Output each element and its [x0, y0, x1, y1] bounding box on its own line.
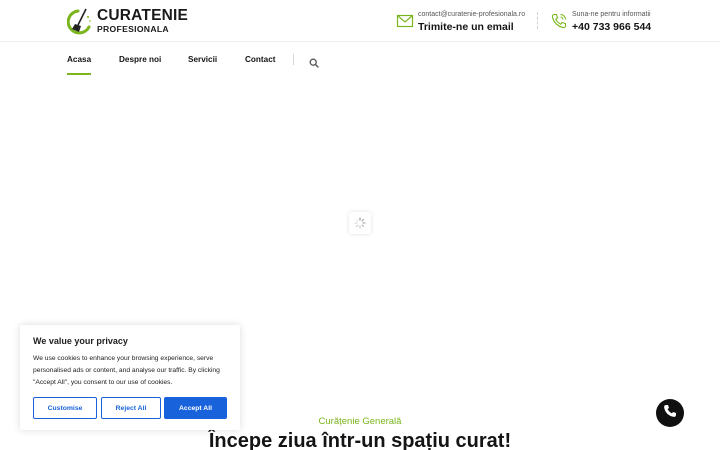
main-nav: Acasa Despre noi Servicii Contact	[0, 42, 720, 78]
loading-spinner-icon	[349, 212, 371, 234]
reject-all-button[interactable]: Reject All	[101, 397, 161, 419]
floating-call-button[interactable]	[656, 399, 684, 427]
accept-all-button[interactable]: Accept All	[164, 397, 227, 419]
nav-item-contact[interactable]: Contact	[245, 55, 275, 64]
contact-email[interactable]: contact@curatenie-profesionala.ro Trimit…	[396, 10, 525, 34]
contact-email-cta[interactable]: Trimite-ne un email	[418, 20, 525, 34]
contact-phone[interactable]: Suna-ne pentru informatii +40 733 966 54…	[550, 10, 651, 34]
header-top: CURATENIE PROFESIONALA contact@curatenie…	[0, 0, 720, 42]
cookie-title: We value your privacy	[33, 336, 128, 346]
search-icon[interactable]	[309, 55, 319, 68]
nav-divider	[293, 54, 294, 65]
envelope-icon	[396, 12, 414, 30]
logo-text-line2: PROFESIONALA	[97, 23, 169, 34]
page: CURATENIE PROFESIONALA contact@curatenie…	[0, 0, 720, 450]
nav-item-despre-noi[interactable]: Despre noi	[119, 55, 161, 64]
contact-email-address: contact@curatenie-profesionala.ro	[418, 11, 526, 18]
customise-button[interactable]: Customise	[33, 397, 97, 419]
site-logo[interactable]: CURATENIE PROFESIONALA	[66, 6, 189, 36]
broom-logo-icon	[66, 7, 93, 35]
logo-text-line1: CURATENIE	[97, 7, 189, 25]
hero-title: Începe ziua într-un spațiu curat!	[208, 430, 512, 450]
nav-item-acasa[interactable]: Acasa	[67, 55, 92, 75]
cookie-description: We use cookies to enhance your browsing …	[33, 355, 220, 386]
contact-phone-label: Suna-ne pentru informatii	[572, 11, 651, 18]
header-divider	[537, 12, 538, 29]
cookie-consent-banner: We value your privacy We use cookies to …	[20, 325, 240, 430]
contact-phone-number[interactable]: +40 733 966 544	[572, 20, 651, 34]
phone-icon	[663, 404, 677, 423]
phone-icon	[550, 12, 568, 30]
nav-item-servicii[interactable]: Servicii	[188, 55, 217, 64]
